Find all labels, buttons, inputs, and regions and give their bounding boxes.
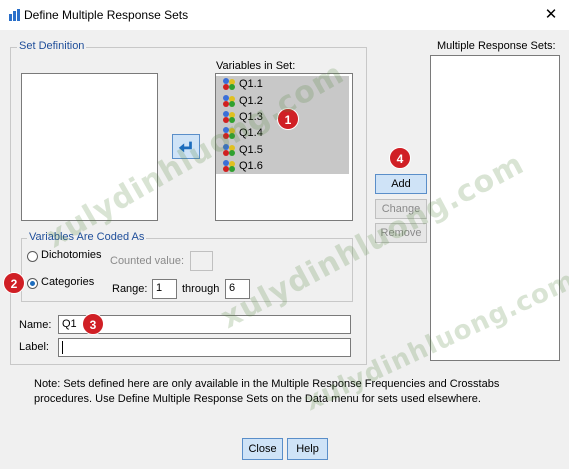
range-label: Range: [112, 283, 148, 295]
categories-radio-selected-dot [30, 281, 35, 286]
through-label: through [182, 283, 220, 295]
multiple-response-variable-icon [223, 78, 235, 91]
set-definition-legend: Set Definition [17, 40, 87, 52]
annotation-badge-3: 3 [82, 313, 104, 335]
help-button[interactable]: Help [287, 438, 328, 460]
categories-label[interactable]: Categories [41, 276, 94, 288]
multiple-response-variable-icon [223, 94, 235, 107]
name-field-label: Name: [19, 319, 52, 331]
multiple-response-sets-label: Multiple Response Sets: [437, 40, 556, 52]
label-field-label: Label: [19, 341, 49, 353]
title-bar: Define Multiple Response Sets ✕ [0, 0, 569, 30]
note-text: Note: Sets defined here are only availab… [34, 378, 500, 405]
dichotomies-label[interactable]: Dichotomies [41, 249, 102, 261]
annotation-badge-4: 4 [389, 147, 411, 169]
window-title: Define Multiple Response Sets [24, 8, 189, 22]
counted-value-input[interactable] [190, 251, 213, 271]
multiple-response-variable-icon [223, 160, 235, 173]
counted-value-label: Counted value: [110, 255, 184, 267]
variables-in-set-label: Variables in Set: [216, 60, 296, 72]
variable-item-label: Q1.6 [239, 160, 263, 173]
variable-item-label: Q1.1 [239, 78, 263, 91]
label-input-caret [62, 341, 63, 354]
range-from-input[interactable]: 1 [152, 279, 177, 299]
annotation-badge-2: 2 [3, 272, 25, 294]
add-button[interactable]: Add [375, 174, 427, 194]
categories-radio[interactable] [27, 278, 38, 289]
close-window-icon[interactable]: ✕ [541, 5, 561, 23]
label-input[interactable] [58, 338, 351, 357]
dichotomies-radio[interactable] [27, 251, 38, 262]
spss-app-icon [8, 8, 22, 22]
close-button[interactable]: Close [242, 438, 283, 460]
variable-item[interactable]: Q1.6 [216, 157, 349, 175]
